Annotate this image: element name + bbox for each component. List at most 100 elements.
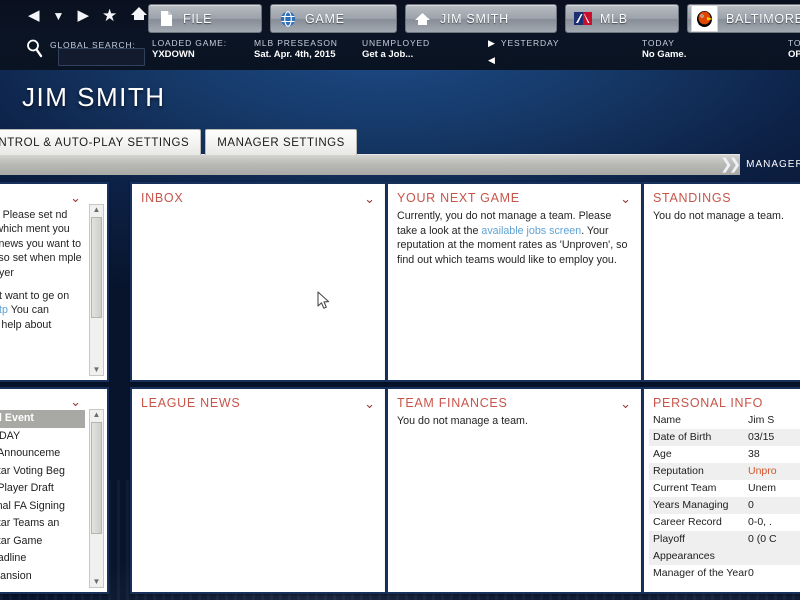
yesterday-key: YESTERDAY (500, 38, 560, 48)
today-value: No Game. (642, 49, 687, 60)
row-value: 0 (0 C (748, 533, 777, 545)
toolbar-rail (0, 154, 740, 175)
loaded-game-status: LOADED GAME: YXDOWN (152, 38, 227, 61)
search-input[interactable] (58, 48, 145, 66)
table-row: Playoff Appearances 0 (0 C (649, 531, 800, 565)
panel-team-finances-body: You do not manage a team. (397, 415, 528, 427)
scroll-down-icon[interactable]: ▼ (93, 365, 101, 375)
list-item[interactable]: oster Expansion (0, 568, 85, 586)
welcome-line: ge on (42, 290, 70, 303)
toolbar-buttons: FILE GAME JIM SMITH MLB BALTIMORE (148, 4, 800, 33)
forward-arrow-icon[interactable]: ▶ (77, 8, 89, 23)
welcome-line: created. Please set (0, 209, 53, 221)
welcome-line: news you want to (0, 237, 82, 250)
chevron-down-icon[interactable]: ⌄ (362, 397, 377, 410)
list-item[interactable]: 015 All-Star Voting Beg (0, 463, 85, 481)
row-key: Reputation (653, 465, 704, 477)
team-menu-label: BALTIMORE ORIOLES (726, 11, 800, 26)
welcome-paragraph-2: ou might want to ge on .com/ootp You can… (0, 289, 85, 332)
home-icon[interactable] (130, 6, 148, 25)
today-status: TODAY No Game. (642, 38, 686, 61)
row-key: Current Team (653, 482, 717, 494)
panel-next-game-header: YOUR NEXT GAME ⌄ (388, 184, 641, 209)
dropdown-history-icon[interactable]: ▼ (53, 10, 65, 22)
row-key: Manager of the Year (653, 567, 748, 579)
panel-team-finances-title: TEAM FINANCES (397, 396, 508, 410)
welcome-scrollbar[interactable]: ▲ ▼ (89, 204, 104, 376)
list-item[interactable]: raft Pool Announceme (0, 445, 85, 463)
chevron-down-icon[interactable]: ⌄ (362, 192, 377, 205)
play-back-icon[interactable]: ◀ (488, 55, 495, 65)
chevron-down-icon[interactable]: ⌄ (618, 192, 633, 205)
panel-inbox-title: INBOX (141, 191, 184, 205)
available-jobs-link[interactable]: available jobs screen (481, 225, 581, 237)
panel-league-news-title: LEAGUE NEWS (141, 396, 241, 410)
orioles-logo-icon (691, 5, 718, 32)
scheduled-events-scrollbar[interactable]: ▲ ▼ (89, 409, 104, 588)
welcome-paragraph-1: created. Please set nd decide which ment… (0, 208, 85, 280)
scroll-up-icon[interactable]: ▲ (93, 410, 101, 420)
league-menu-button[interactable]: MLB (565, 4, 679, 33)
row-value: 38 (748, 448, 760, 460)
tab-label: MANAGER SETTINGS (217, 136, 345, 149)
scroll-up-icon[interactable]: ▲ (93, 205, 101, 215)
tab-manager-settings[interactable]: MANAGER SETTINGS (205, 129, 357, 155)
list-item[interactable]: 015 All-Star Teams an (0, 515, 85, 533)
panel-league-news: LEAGUE NEWS ⌄ (130, 387, 387, 594)
search-icon[interactable] (26, 38, 43, 63)
manager-menu-button[interactable]: JIM SMITH (405, 4, 557, 33)
today-key: TODAY (642, 38, 675, 48)
welcome-line: ou might want to (0, 290, 40, 303)
scrollbar-thumb[interactable] (91, 217, 102, 318)
file-menu-label: FILE (183, 11, 213, 26)
league-phase-status: MLB PRESEASON Sat. Apr. 4th, 2015 (254, 38, 338, 61)
list-item[interactable]: PENING DAY (0, 428, 85, 446)
row-value: 03/15 (748, 431, 775, 443)
file-menu-button[interactable]: FILE (148, 4, 262, 33)
panel-inbox-header: INBOX ⌄ (132, 184, 385, 209)
panel-scheduled-events-header: ⌄ (0, 389, 107, 410)
panel-standings-header: STANDINGS (644, 184, 800, 209)
row-key: Date of Birth (653, 431, 712, 443)
navigation-icons: ◀ ▼ ▶ ★ (28, 6, 148, 25)
play-forward-icon[interactable]: ▶ (488, 38, 495, 49)
manager-menu-label: JIM SMITH (440, 11, 509, 26)
list-item[interactable]: nternational FA Signing (0, 498, 85, 516)
scroll-down-icon[interactable]: ▼ (93, 577, 101, 587)
row-key: Name (653, 414, 682, 426)
list-item[interactable]: ading Deadline (0, 550, 85, 568)
row-value: Unem (748, 482, 777, 494)
back-arrow-icon[interactable]: ◀ (28, 8, 40, 23)
document-icon (156, 9, 175, 28)
loaded-game-key: LOADED GAME: (152, 38, 227, 48)
tab-control-auto-play-settings[interactable]: CONTROL & AUTO-PLAY SETTINGS (0, 129, 202, 155)
chevron-down-icon[interactable]: ⌄ (618, 397, 633, 410)
rail-label: MANAGER (746, 158, 800, 170)
tab-label: CONTROL & AUTO-PLAY SETTINGS (0, 136, 190, 149)
row-value: Jim S (748, 414, 775, 426)
list-item[interactable]: irst-Year Player Draft (0, 480, 85, 498)
chevron-down-icon[interactable]: ⌄ (68, 191, 83, 204)
employment-status: UNEMPLOYED Get a Job... (362, 38, 430, 61)
favorite-star-icon[interactable]: ★ (102, 7, 117, 24)
chevron-down-icon[interactable]: ⌄ (68, 395, 83, 408)
panel-standings: STANDINGS You do not manage a team. (642, 182, 800, 382)
panel-personal-info-header: PERSONAL INFO (644, 389, 800, 412)
league-phase-key: MLB PRESEASON (254, 38, 338, 48)
panel-scheduled-events: ⌄ cheduled Event PENING DAY raft Pool An… (0, 387, 109, 594)
scrollbar-thumb[interactable] (91, 422, 102, 534)
table-row: Career Record 0-0, . (649, 514, 800, 531)
game-menu-button[interactable]: GAME (270, 4, 397, 33)
team-menu-button[interactable]: BALTIMORE ORIOLES (687, 4, 800, 33)
game-menu-label: GAME (305, 11, 345, 26)
ootp-website-link[interactable]: .com/ootp (0, 304, 8, 316)
list-item[interactable]: 015 All-Star Game (0, 533, 85, 551)
row-value: 0 (748, 499, 754, 511)
welcome-line: You can (10, 304, 49, 317)
row-key: Career Record (653, 516, 722, 528)
league-menu-label: MLB (600, 11, 628, 26)
panel-team-finances-header: TEAM FINANCES ⌄ (388, 389, 641, 414)
table-row: Years Managing 0 (649, 497, 800, 514)
panel-team-finances: TEAM FINANCES ⌄ You do not manage a team… (386, 387, 643, 594)
panel-personal-info-title: PERSONAL INFO (653, 396, 764, 410)
